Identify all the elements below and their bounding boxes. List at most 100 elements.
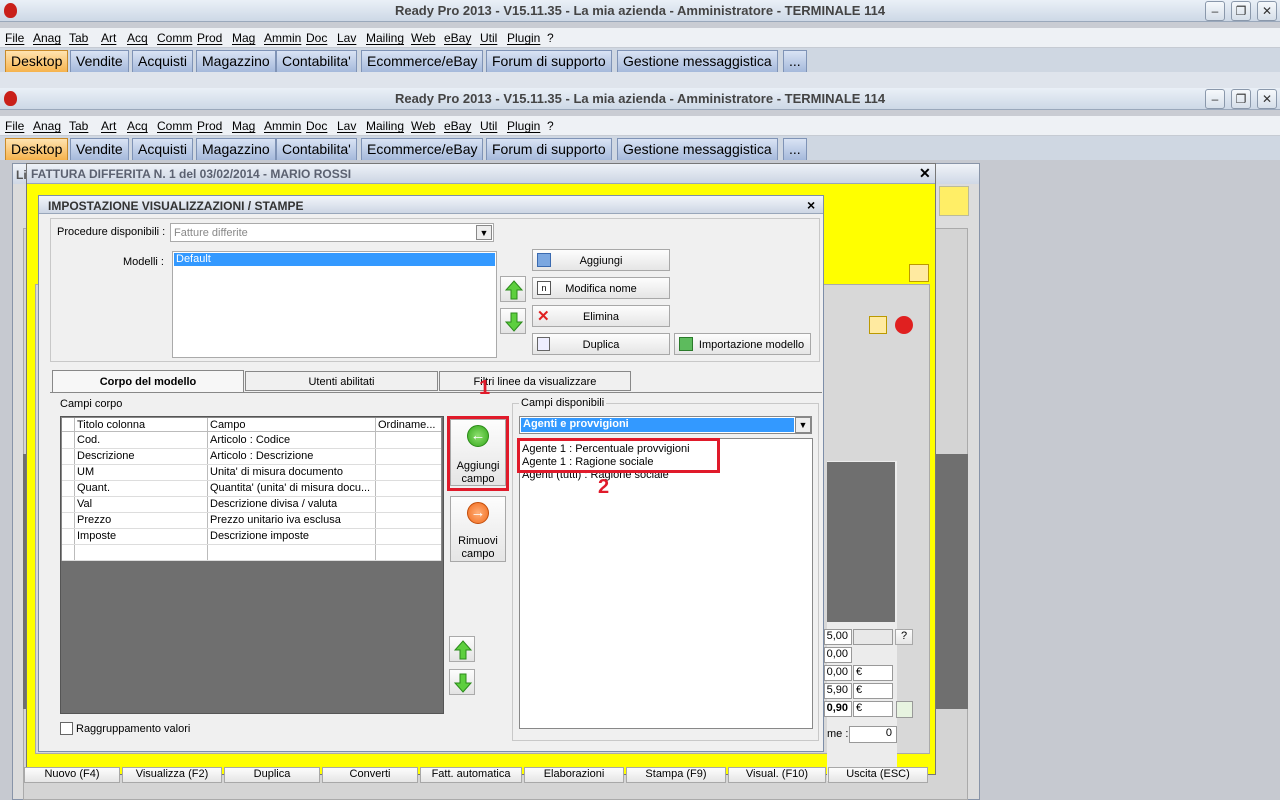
zoom-icon[interactable] — [896, 701, 913, 718]
cell-field[interactable]: Quantita' (unita' di misura docu... — [210, 482, 373, 494]
inner-menu-web[interactable]: Web — [411, 119, 435, 133]
inner-menu-prod[interactable]: Prod — [197, 119, 222, 133]
cell-title[interactable]: UM — [77, 466, 205, 478]
cell-field[interactable]: Descrizione divisa / valuta — [210, 498, 373, 510]
inner-menu-util[interactable]: Util — [480, 119, 497, 133]
move-down-button[interactable] — [500, 308, 526, 334]
field-down-button[interactable] — [449, 669, 475, 695]
field-up-button[interactable] — [449, 636, 475, 662]
inner-tab-magazzino[interactable]: Magazzino — [196, 138, 276, 160]
menu-ebay[interactable]: eBay — [444, 31, 471, 45]
inner-menu-comm[interactable]: Comm — [157, 119, 192, 133]
dialog-close-icon[interactable]: × — [807, 197, 815, 213]
new-button[interactable]: Nuovo (F4) — [24, 767, 120, 783]
menu-help[interactable]: ? — [547, 31, 554, 45]
menu-file[interactable]: File — [5, 31, 24, 45]
cell-title[interactable]: Val — [77, 498, 205, 510]
invoice-close-icon[interactable]: ✕ — [919, 165, 931, 182]
maximize-button[interactable]: ❐ — [1231, 1, 1251, 21]
chevron-down-icon[interactable]: ▼ — [476, 225, 492, 240]
tab-magazzino[interactable]: Magazzino — [196, 50, 276, 72]
exit-button[interactable]: Uscita (ESC) — [828, 767, 928, 783]
tab-acquisti[interactable]: Acquisti — [132, 50, 194, 72]
inner-menu-tab[interactable]: Tab — [69, 119, 88, 133]
cell-field[interactable]: Articolo : Codice — [210, 434, 373, 446]
duplicate-model-button[interactable]: Duplica — [532, 333, 670, 355]
cell-title[interactable]: Cod. — [77, 434, 205, 446]
available-group-select[interactable]: Agenti e provvigioni ▼ — [519, 416, 812, 434]
add-model-button[interactable]: Aggiungi — [532, 249, 670, 271]
model-item-default[interactable]: Default — [174, 253, 495, 266]
inner-menu-help[interactable]: ? — [547, 119, 554, 133]
cell-title[interactable]: Imposte — [77, 530, 205, 542]
cell-field[interactable]: Articolo : Descrizione — [210, 450, 373, 462]
cell-field[interactable]: Descrizione imposte — [210, 530, 373, 542]
tab-model-body[interactable]: Corpo del modello — [52, 370, 244, 392]
menu-web[interactable]: Web — [411, 31, 435, 45]
menu-doc[interactable]: Doc — [306, 31, 327, 45]
menu-mag[interactable]: Mag — [232, 31, 255, 45]
inner-tab-messaggistica[interactable]: Gestione messaggistica — [617, 138, 778, 160]
menu-art[interactable]: Art — [101, 31, 116, 45]
print-button[interactable]: Stampa (F9) — [626, 767, 726, 783]
cell-title[interactable]: Quant. — [77, 482, 205, 494]
table-row[interactable]: UM Unita' di misura documento — [62, 465, 441, 481]
menu-plugin[interactable]: Plugin — [507, 31, 540, 45]
table-row[interactable] — [62, 545, 441, 561]
menu-tab[interactable]: Tab — [69, 31, 88, 45]
tab-contabilita[interactable]: Contabilita' — [276, 50, 357, 72]
inner-menu-lav[interactable]: Lav — [337, 119, 356, 133]
move-up-button[interactable] — [500, 276, 526, 302]
menu-comm[interactable]: Comm — [157, 31, 192, 45]
cell-title[interactable]: Prezzo — [77, 514, 205, 526]
inner-close-button[interactable]: ✕ — [1257, 89, 1277, 109]
tab-desktop[interactable]: Desktop — [5, 50, 69, 72]
table-row[interactable]: Val Descrizione divisa / valuta — [62, 497, 441, 513]
inner-menu-ammin[interactable]: Ammin — [264, 119, 301, 133]
cell-title[interactable]: Descrizione — [77, 450, 205, 462]
processing-button[interactable]: Elaborazioni — [524, 767, 624, 783]
table-row[interactable]: Descrizione Articolo : Descrizione — [62, 449, 441, 465]
tab-messaggistica[interactable]: Gestione messaggistica — [617, 50, 778, 72]
remove-field-button[interactable]: → Rimuovi campo — [450, 496, 506, 562]
import-model-button[interactable]: Importazione modello — [674, 333, 811, 355]
col-order-header[interactable]: Ordiname... — [378, 419, 440, 431]
procedure-select[interactable]: Fatture differite ▼ — [170, 223, 494, 242]
menu-acq[interactable]: Acq — [127, 31, 148, 45]
delete-icon[interactable] — [895, 316, 913, 334]
cell-field[interactable]: Prezzo unitario iva esclusa — [210, 514, 373, 526]
models-list[interactable]: Default — [172, 251, 497, 358]
menu-ammin[interactable]: Ammin — [264, 31, 301, 45]
inner-menu-plugin[interactable]: Plugin — [507, 119, 540, 133]
col-title-header[interactable]: Titolo colonna — [77, 419, 207, 431]
chevron-down-icon[interactable]: ▼ — [795, 417, 811, 433]
menu-mailing[interactable]: Mailing — [366, 31, 404, 45]
delete-model-button[interactable]: ✕ Elimina — [532, 305, 670, 327]
inner-tab-ecommerce[interactable]: Ecommerce/eBay — [361, 138, 484, 160]
help-button[interactable]: ? — [895, 629, 913, 645]
inner-menu-doc[interactable]: Doc — [306, 119, 327, 133]
inner-menu-anag[interactable]: Anag — [33, 119, 61, 133]
duplicate-list-button[interactable]: Duplica — [224, 767, 320, 783]
inner-tab-acquisti[interactable]: Acquisti — [132, 138, 194, 160]
inner-tab-more[interactable]: ... — [783, 138, 807, 160]
available-fields-list[interactable]: Agente 1 : Percentuale provvigioni Agent… — [519, 438, 813, 729]
tab-line-filters[interactable]: Filtri linee da visualizzare — [439, 371, 631, 391]
menu-anag[interactable]: Anag — [33, 31, 61, 45]
visual-button[interactable]: Visual. (F10) — [728, 767, 826, 783]
table-row[interactable]: Quant. Quantita' (unita' di misura docu..… — [62, 481, 441, 497]
table-row[interactable]: Cod. Articolo : Codice — [62, 433, 441, 449]
convert-button[interactable]: Converti — [322, 767, 418, 783]
tab-more[interactable]: ... — [783, 50, 807, 72]
folder-icon[interactable] — [909, 264, 929, 282]
group-values-checkbox[interactable] — [60, 722, 73, 735]
menu-prod[interactable]: Prod — [197, 31, 222, 45]
inner-menu-mag[interactable]: Mag — [232, 119, 255, 133]
menu-util[interactable]: Util — [480, 31, 497, 45]
folder-icon-2[interactable] — [869, 316, 887, 334]
auto-invoice-button[interactable]: Fatt. automatica — [420, 767, 522, 783]
table-row[interactable]: Imposte Descrizione imposte — [62, 529, 441, 545]
cell-field[interactable]: Unita' di misura documento — [210, 466, 373, 478]
inner-tab-forum[interactable]: Forum di supporto — [486, 138, 612, 160]
users-icon[interactable] — [939, 186, 969, 216]
